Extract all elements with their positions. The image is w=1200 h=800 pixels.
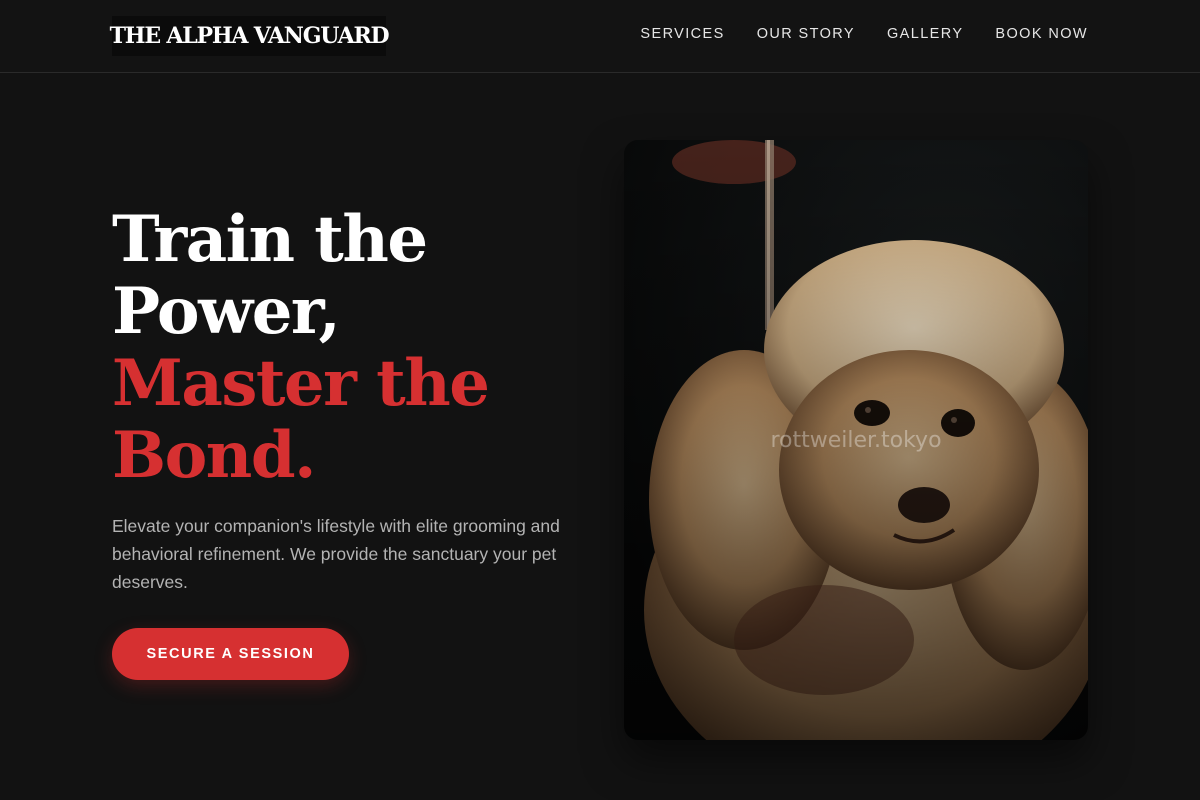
photo-watermark: rottweiler.tokyo — [770, 428, 942, 453]
hero-description: Elevate your companion's lifestyle with … — [112, 516, 560, 592]
hero-title-line-4: Bond. — [112, 418, 316, 493]
hero-title-line-3: Master the — [112, 346, 490, 421]
site-header: THE ALPHA VANGUARD SERVICES OUR STORY GA… — [0, 0, 1200, 73]
secure-session-button[interactable]: SECURE A SESSION — [112, 628, 349, 680]
nav-link-services[interactable]: SERVICES — [640, 24, 724, 44]
main-nav: SERVICES OUR STORY GALLERY BOOK NOW — [640, 24, 1088, 44]
nav-link-gallery[interactable]: GALLERY — [887, 24, 963, 44]
brand-logo[interactable]: THE ALPHA VANGUARD — [110, 16, 390, 56]
hero-title: Train the Power, Master the Bond. — [112, 204, 582, 492]
hero-title-line-2: Power, — [112, 274, 341, 349]
poodle-photo: rottweiler.tokyo — [624, 140, 1088, 740]
nav-link-our-story[interactable]: OUR STORY — [757, 24, 855, 44]
nav-link-book-now[interactable]: BOOK NOW — [995, 24, 1088, 44]
hero-title-line-1: Train the — [112, 202, 428, 277]
